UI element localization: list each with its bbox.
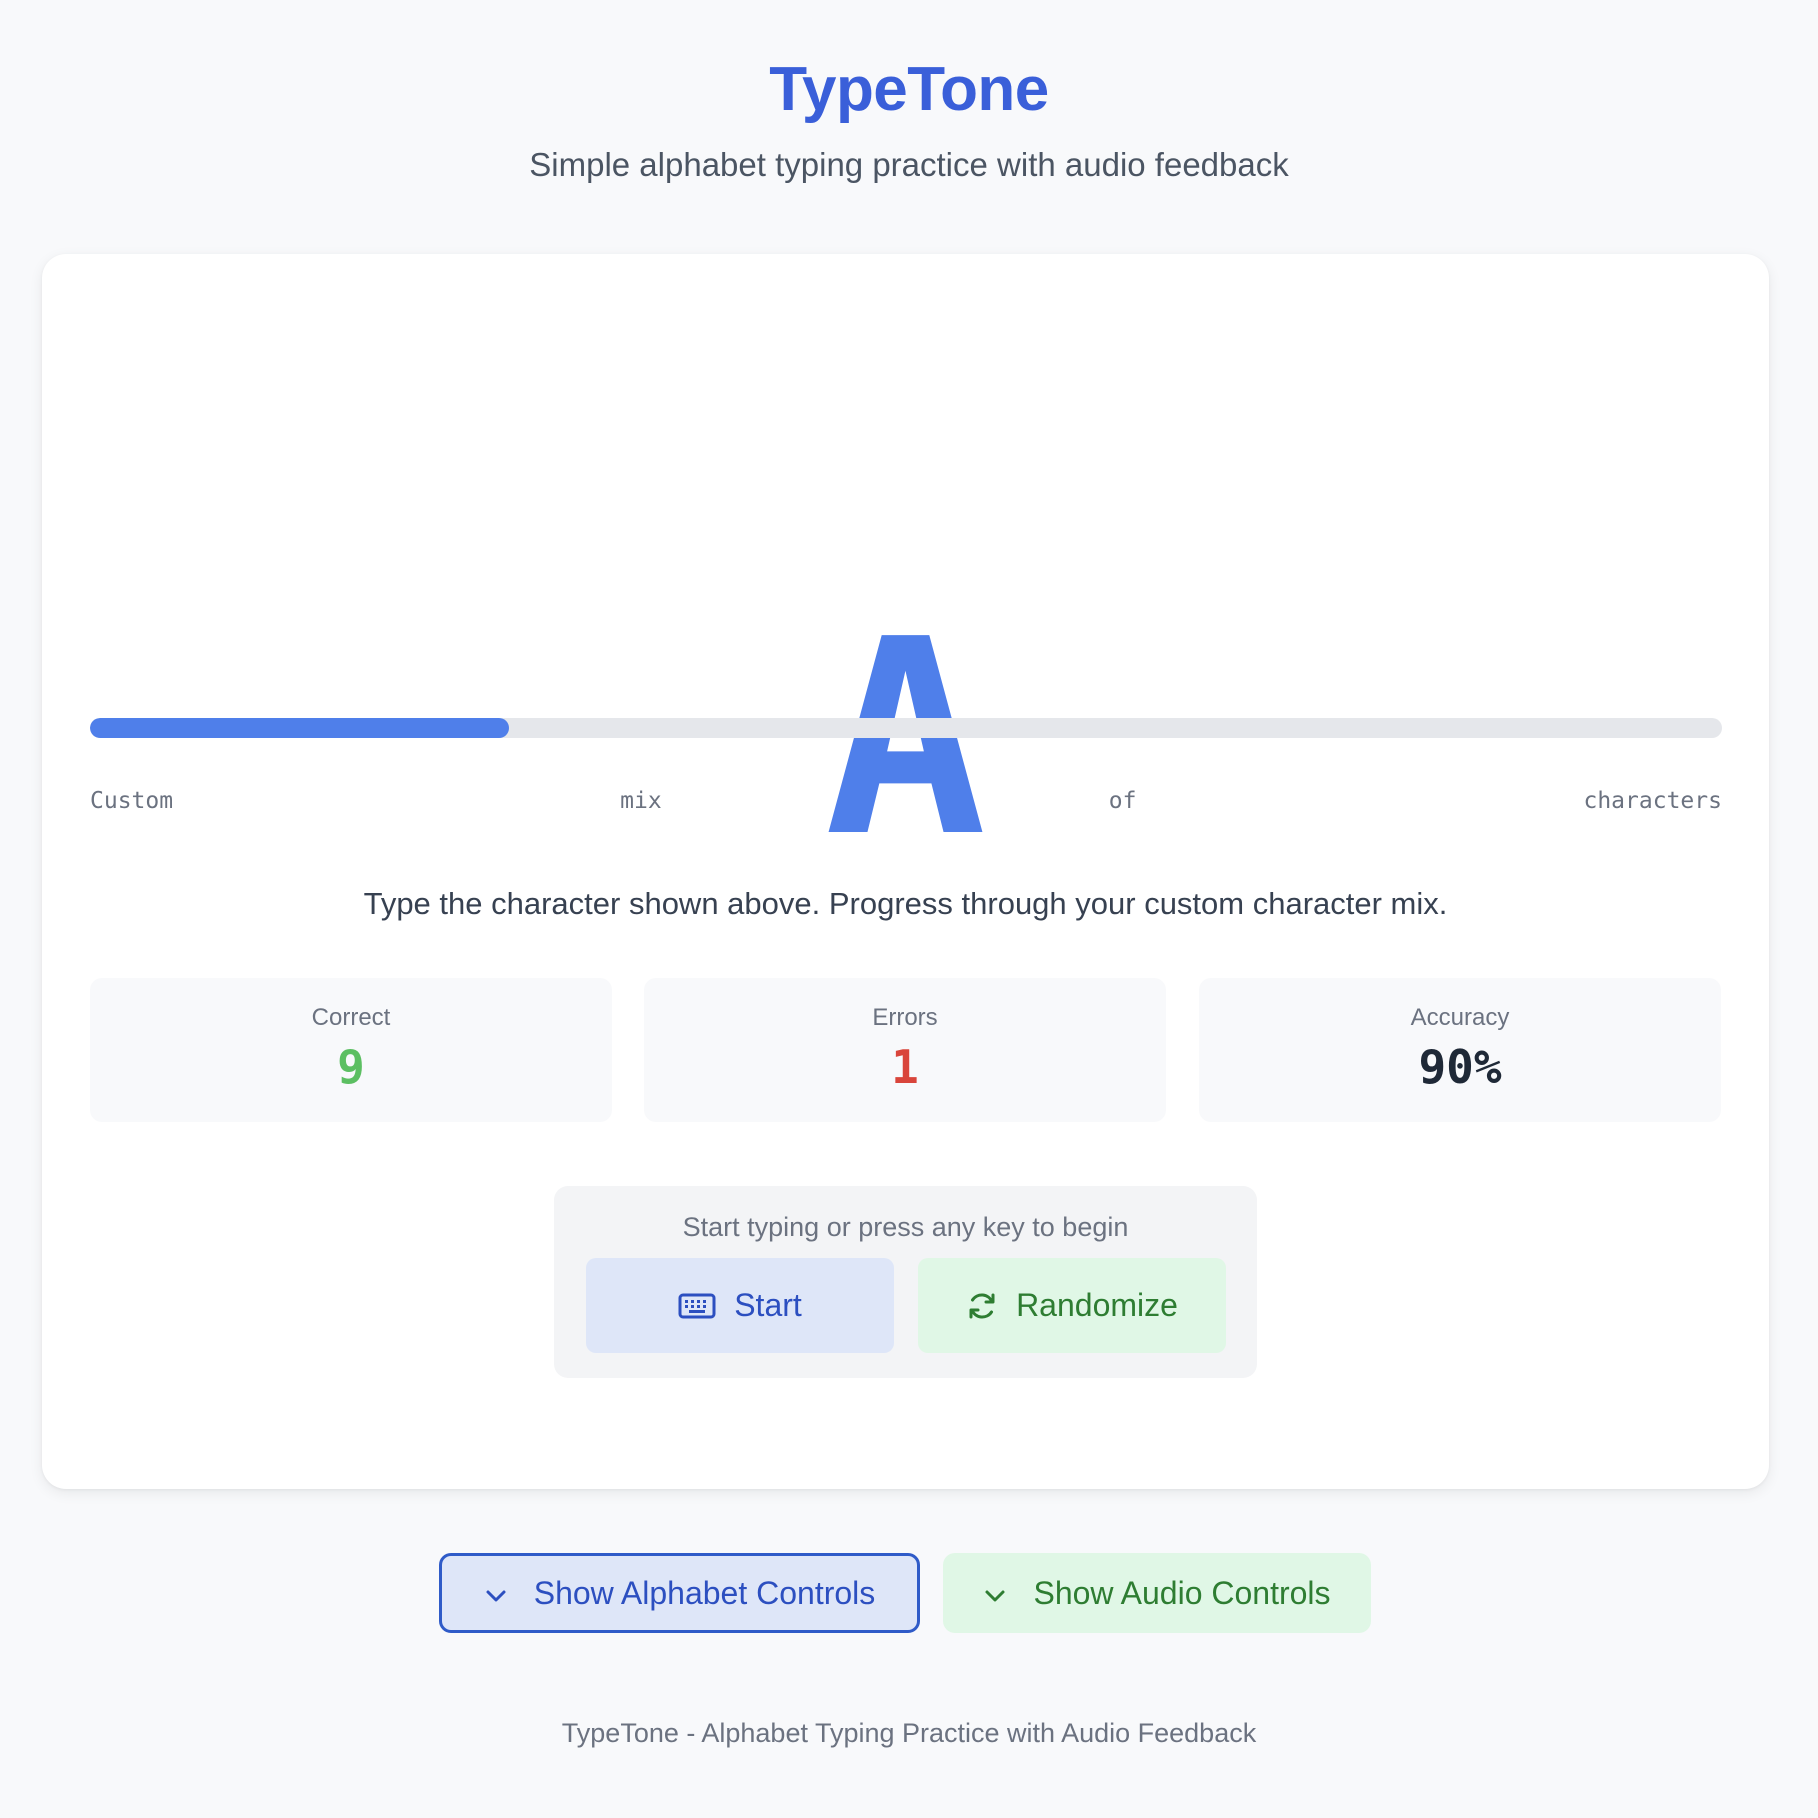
- progress-fill: [90, 718, 510, 738]
- stat-accuracy: Accuracy 90%: [1199, 978, 1721, 1122]
- start-label: Start: [734, 1287, 802, 1323]
- instruction-text: Type the character shown above. Progress…: [363, 886, 1448, 921]
- start-panel: Start typing or press any key to begin S…: [554, 1186, 1257, 1378]
- show-alphabet-controls-button[interactable]: Show Alphabet Controls: [439, 1553, 920, 1633]
- chevron-down-icon: [983, 1575, 1007, 1612]
- progress-label: Custom: [90, 788, 174, 814]
- progress-label: mix: [620, 788, 662, 814]
- randomize-button[interactable]: Randomize: [918, 1258, 1226, 1353]
- progress-label: of: [1108, 788, 1137, 814]
- practice-card: A Custom mix of characters Type the char…: [42, 254, 1769, 1489]
- progress-labels: Custom mix of characters: [90, 788, 1722, 814]
- start-button[interactable]: Start: [586, 1258, 894, 1353]
- chevron-down-icon: [484, 1575, 508, 1612]
- stat-value: 90%: [1418, 1040, 1502, 1094]
- footer-text: TypeTone - Alphabet Typing Practice with…: [561, 1718, 1257, 1748]
- stat-label: Errors: [872, 1004, 938, 1031]
- show-audio-controls-button[interactable]: Show Audio Controls: [943, 1553, 1371, 1633]
- progress-bar: [90, 718, 1722, 738]
- stat-label: Accuracy: [1410, 1004, 1510, 1031]
- randomize-label: Randomize: [1016, 1287, 1178, 1323]
- keyboard-icon: [678, 1293, 716, 1319]
- show-alphabet-controls-label: Show Alphabet Controls: [533, 1574, 876, 1611]
- app-subtitle: Simple alphabet typing practice with aud…: [529, 146, 1289, 183]
- current-character: A: [824, 581, 987, 896]
- show-audio-controls-label: Show Audio Controls: [1033, 1574, 1331, 1611]
- start-hint: Start typing or press any key to begin: [682, 1212, 1129, 1242]
- app-title: TypeTone: [769, 55, 1049, 124]
- stat-label: Correct: [311, 1004, 391, 1031]
- refresh-icon: [966, 1290, 998, 1322]
- stat-correct: Correct 9: [90, 978, 612, 1122]
- progress-label: characters: [1583, 788, 1722, 814]
- stat-errors: Errors 1: [644, 978, 1166, 1122]
- stat-value: 1: [891, 1040, 919, 1094]
- stat-value: 9: [337, 1040, 365, 1094]
